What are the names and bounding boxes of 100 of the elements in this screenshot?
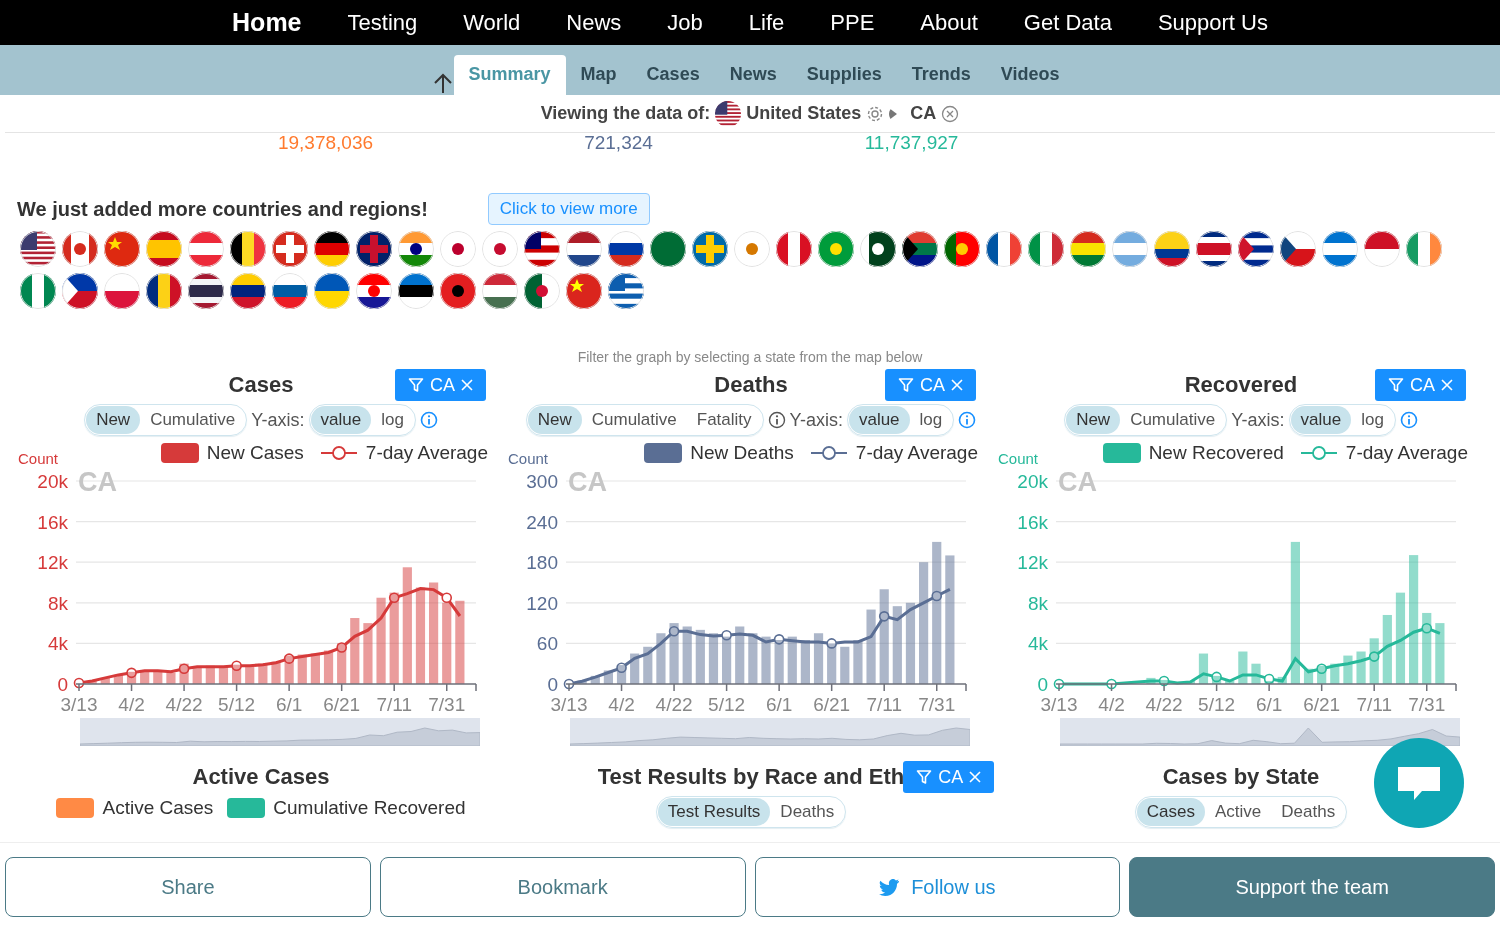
tick-label: 5/12 bbox=[218, 694, 256, 714]
legend-label: Cumulative Recovered bbox=[273, 797, 466, 819]
tick-label: 16k bbox=[1017, 511, 1048, 533]
tick-label: 7/31 bbox=[918, 694, 956, 714]
tick-label: 6/21 bbox=[323, 694, 361, 714]
toggle-option[interactable]: value bbox=[848, 406, 910, 434]
axis-toggle-label: Y-axis: bbox=[251, 409, 305, 431]
toggle-option[interactable]: Test Results bbox=[657, 798, 771, 826]
tick-label: 4k bbox=[1027, 633, 1048, 655]
tick-label: 6/1 bbox=[275, 694, 303, 714]
nav-link[interactable]: Life bbox=[748, 9, 785, 36]
tick-label: 7/11 bbox=[1356, 694, 1392, 714]
tab[interactable]: News bbox=[714, 55, 792, 95]
toggle-option[interactable]: value bbox=[310, 406, 372, 434]
section-title: Test Results by Race and Eth bbox=[597, 764, 905, 789]
tab[interactable]: Videos bbox=[985, 55, 1075, 95]
tick-label: 4/22 bbox=[655, 694, 693, 714]
tick-label: 5/12 bbox=[1198, 694, 1236, 714]
nav-link[interactable]: News bbox=[566, 9, 622, 36]
tick-label: 4k bbox=[47, 633, 68, 655]
axis-title: Count bbox=[508, 450, 549, 467]
chart-watermark-label: CA bbox=[568, 467, 607, 497]
nav-link[interactable]: World bbox=[463, 9, 521, 36]
tab[interactable]: Map bbox=[565, 55, 632, 95]
tick-label: 20k bbox=[1017, 471, 1048, 492]
toggle-option[interactable]: Deaths bbox=[1271, 798, 1346, 826]
tick-label: 0 bbox=[57, 674, 68, 695]
tab[interactable]: Cases bbox=[631, 55, 715, 95]
toggle-option[interactable]: log bbox=[909, 406, 953, 434]
tick-label: 4/22 bbox=[165, 694, 203, 714]
section-title: Cases by State bbox=[1162, 764, 1320, 789]
nav-link[interactable]: Testing bbox=[347, 9, 418, 36]
tick-label: 20k bbox=[37, 471, 68, 492]
chart-title: Recovered bbox=[1184, 372, 1298, 398]
tick-label: 60 bbox=[536, 633, 558, 655]
tick-label: 6/21 bbox=[813, 694, 851, 714]
tick-label: 4/2 bbox=[1098, 694, 1125, 714]
nav-link[interactable]: Job bbox=[667, 9, 703, 36]
legend-label: 7-day Average bbox=[855, 442, 978, 464]
region-name[interactable]: CA bbox=[910, 103, 937, 124]
axis-toggle-label: Y-axis: bbox=[1231, 409, 1285, 431]
toggle-option[interactable]: Deaths bbox=[770, 798, 845, 826]
tick-label: 6/21 bbox=[1303, 694, 1341, 714]
chart-watermark-label: CA bbox=[1058, 467, 1097, 497]
tick-label: 7/31 bbox=[428, 694, 466, 714]
tick-label: 4/22 bbox=[1145, 694, 1183, 714]
tick-label: 3/13 bbox=[550, 694, 588, 714]
tick-label: 12k bbox=[37, 552, 68, 574]
toggle-option[interactable]: New bbox=[527, 406, 582, 434]
section-title: Active Cases bbox=[192, 764, 330, 789]
tick-label: 0 bbox=[547, 674, 558, 695]
legend-label: Active Cases bbox=[102, 797, 214, 819]
footer-button[interactable]: Share bbox=[5, 857, 371, 917]
tick-label: 4/2 bbox=[608, 694, 635, 714]
nav-link[interactable]: Support Us bbox=[1157, 9, 1268, 36]
stat-value: 19,378,036 bbox=[277, 133, 374, 155]
tick-label: 3/13 bbox=[60, 694, 98, 714]
stat-value: 721,324 bbox=[584, 133, 653, 155]
axis-toggle-label: Y-axis: bbox=[789, 409, 843, 431]
tick-label: 8k bbox=[1027, 592, 1048, 614]
tick-label: 16k bbox=[37, 511, 68, 533]
toggle-option[interactable]: New bbox=[1066, 406, 1121, 434]
toggle-option[interactable]: Cases bbox=[1136, 798, 1205, 826]
tab[interactable]: Supplies bbox=[791, 55, 897, 95]
legend-label: New Cases bbox=[206, 442, 304, 464]
toggle-option[interactable]: New bbox=[86, 406, 141, 434]
toggle-option[interactable]: Fatality bbox=[686, 406, 762, 434]
toggle-option[interactable]: log bbox=[371, 406, 414, 434]
tick-label: 6/1 bbox=[765, 694, 793, 714]
country-name[interactable]: United States bbox=[746, 103, 862, 124]
nav-link[interactable]: About bbox=[920, 9, 978, 36]
tick-label: 7/11 bbox=[866, 694, 902, 714]
tick-label: 0 bbox=[1037, 674, 1048, 695]
nav-link[interactable]: Home bbox=[232, 8, 302, 37]
filter-hint: Filter the graph by selecting a state from the map below bbox=[576, 349, 924, 365]
toggle-option[interactable]: Active bbox=[1205, 798, 1272, 826]
legend-label: New Recovered bbox=[1148, 442, 1284, 464]
toggle-option[interactable]: log bbox=[1351, 406, 1394, 434]
viewing-label: Viewing the data of: bbox=[540, 103, 711, 124]
footer-button[interactable]: Follow us bbox=[754, 857, 1121, 917]
nav-link[interactable]: Get Data bbox=[1023, 9, 1112, 36]
tab[interactable]: Trends bbox=[896, 55, 986, 95]
legend-label: 7-day Average bbox=[365, 442, 488, 464]
tick-label: 7/31 bbox=[1408, 694, 1446, 714]
footer-button[interactable]: Bookmark bbox=[379, 857, 746, 917]
toggle-option[interactable]: Cumulative bbox=[1120, 406, 1226, 434]
axis-title: Count bbox=[998, 450, 1039, 467]
toggle-option[interactable]: value bbox=[1290, 406, 1352, 434]
chart-title: Cases bbox=[228, 372, 294, 398]
stat-value: 11,737,927 bbox=[864, 133, 959, 155]
nav-link[interactable]: PPE bbox=[830, 9, 875, 36]
toggle-option[interactable]: Cumulative bbox=[140, 406, 246, 434]
toggle-option[interactable]: Cumulative bbox=[581, 406, 687, 434]
tick-label: 6/1 bbox=[1255, 694, 1283, 714]
tick-label: 300 bbox=[526, 471, 558, 492]
chart-watermark-label: CA bbox=[78, 467, 117, 497]
tick-label: 4/2 bbox=[118, 694, 145, 714]
legend-label: 7-day Average bbox=[1345, 442, 1468, 464]
footer-button[interactable]: Support the team bbox=[1129, 857, 1495, 917]
axis-title: Count bbox=[18, 450, 59, 467]
